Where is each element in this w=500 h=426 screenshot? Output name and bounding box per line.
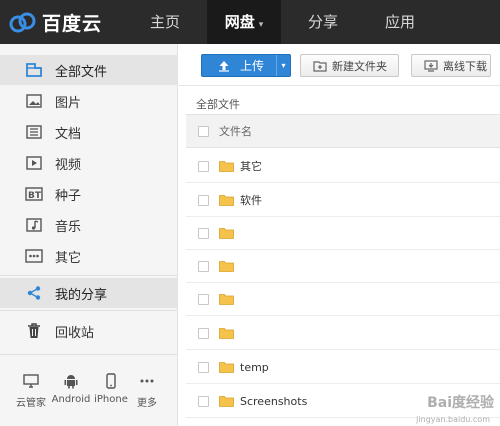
- folder-icon: [219, 261, 234, 272]
- row-checkbox[interactable]: [198, 260, 209, 272]
- breadcrumb[interactable]: 全部文件: [196, 96, 240, 112]
- upload-button[interactable]: 上传 ▾: [201, 54, 291, 77]
- video-icon: [24, 154, 44, 172]
- sidebar-item-my-share[interactable]: 我的分享: [0, 278, 178, 308]
- sidebar-item-label: 回收站: [55, 325, 95, 341]
- sidebar-item-label: 视频: [55, 157, 82, 173]
- nav-share-label: 分享: [307, 13, 338, 31]
- select-all-checkbox[interactable]: [198, 125, 209, 137]
- folder-icon: [219, 228, 234, 239]
- android-icon: [64, 372, 78, 390]
- nav-share[interactable]: 分享: [292, 0, 354, 44]
- new-folder-button[interactable]: 新建文件夹: [300, 54, 399, 77]
- row-checkbox[interactable]: [198, 160, 209, 172]
- sidebar-item-other[interactable]: 其它: [0, 241, 178, 271]
- share-icon: [24, 284, 44, 302]
- chevron-down-icon: ▾: [258, 20, 264, 30]
- sidebar-item-all-files[interactable]: 全部文件: [0, 55, 178, 85]
- table-row[interactable]: 其它: [186, 150, 500, 183]
- sidebar-item-label: 我的分享: [55, 287, 108, 303]
- table-row[interactable]: [186, 250, 500, 283]
- torrent-icon: BT: [24, 185, 44, 203]
- sidebar-item-torrents[interactable]: BT 种子: [0, 179, 178, 209]
- nav-home-label: 主页: [149, 13, 180, 31]
- row-checkbox[interactable]: [198, 194, 209, 206]
- upload-dropdown-chevron-icon[interactable]: ▾: [276, 55, 290, 76]
- other-icon: [24, 247, 44, 265]
- table-row[interactable]: 软件: [186, 184, 500, 217]
- image-icon: [24, 92, 44, 110]
- file-name[interactable]: 其它: [240, 158, 262, 174]
- upload-label: 上传: [240, 59, 265, 73]
- sidebar-divider: [0, 354, 178, 355]
- sidebar-item-label: 图片: [55, 95, 82, 111]
- offline-download-icon: [424, 59, 438, 72]
- nav-netdisk-label: 网盘: [224, 13, 255, 31]
- file-name[interactable]: 软件: [240, 192, 262, 208]
- upload-arrow-icon: [219, 60, 229, 72]
- folder-icon: [219, 396, 234, 407]
- top-bar: 百度云 主页 网盘 ▾ 分享 应用: [0, 0, 500, 44]
- logo[interactable]: 百度云: [8, 8, 102, 36]
- sidebar-item-label: 全部文件: [55, 64, 108, 80]
- table-row[interactable]: temp: [186, 351, 500, 384]
- nav-apps-label: 应用: [384, 13, 415, 31]
- nav-home[interactable]: 主页: [134, 0, 196, 44]
- device-label: 云管家: [16, 398, 46, 409]
- watermark-url: jingyan.baidu.com: [416, 415, 490, 424]
- new-folder-label: 新建文件夹: [332, 59, 387, 73]
- table-row[interactable]: [186, 217, 500, 250]
- folder-icon: [219, 328, 234, 339]
- watermark: Bai度经验: [427, 395, 494, 411]
- folder-icon: [219, 294, 234, 305]
- file-name[interactable]: Screenshots: [240, 395, 307, 408]
- sidebar-item-documents[interactable]: 文档: [0, 117, 178, 147]
- document-icon: [24, 123, 44, 141]
- device-more[interactable]: 更多: [124, 372, 170, 409]
- nav-apps[interactable]: 应用: [369, 0, 431, 44]
- file-list-header: 文件名: [186, 114, 500, 148]
- sidebar-item-videos[interactable]: 视频: [0, 148, 178, 178]
- sidebar: 全部文件 图片 文档 视频 BT 种子 音乐 其它 我的分享 回收站 云管家 A…: [0, 44, 178, 426]
- row-checkbox[interactable]: [198, 293, 209, 305]
- sidebar-item-label: 其它: [55, 250, 82, 266]
- row-checkbox[interactable]: [198, 327, 209, 339]
- folder-icon: [219, 161, 234, 172]
- sidebar-item-label: 文档: [55, 126, 82, 142]
- device-label: 更多: [137, 398, 157, 409]
- offline-download-label: 离线下载: [443, 59, 487, 73]
- device-label: iPhone: [94, 394, 128, 405]
- svg-text:BT: BT: [28, 191, 42, 201]
- sidebar-divider: [0, 275, 178, 276]
- iphone-icon: [106, 372, 116, 390]
- pc-icon: [23, 372, 39, 390]
- sidebar-item-recycle-bin[interactable]: 回收站: [0, 316, 178, 346]
- row-checkbox[interactable]: [198, 361, 209, 373]
- table-row[interactable]: [186, 317, 500, 350]
- folder-icon: [219, 195, 234, 206]
- music-icon: [24, 216, 44, 234]
- folder-icon: [219, 362, 234, 373]
- file-name[interactable]: temp: [240, 361, 269, 374]
- all-files-icon: [24, 61, 44, 79]
- toolbar: 上传 ▾ 新建文件夹 离线下载: [179, 44, 500, 86]
- table-row[interactable]: [186, 283, 500, 316]
- sidebar-item-images[interactable]: 图片: [0, 86, 178, 116]
- trash-icon: [24, 322, 44, 340]
- row-checkbox[interactable]: [198, 227, 209, 239]
- column-header-filename[interactable]: 文件名: [219, 123, 252, 139]
- logo-text: 百度云: [42, 12, 103, 35]
- device-label: Android: [51, 394, 91, 405]
- sidebar-item-label: 音乐: [55, 219, 82, 235]
- more-icon: [139, 372, 155, 390]
- sidebar-item-music[interactable]: 音乐: [0, 210, 178, 240]
- sidebar-item-label: 种子: [55, 188, 82, 204]
- nav-netdisk[interactable]: 网盘 ▾: [207, 0, 281, 44]
- sidebar-divider: [0, 310, 178, 311]
- row-checkbox[interactable]: [198, 395, 209, 407]
- baidu-cloud-logo-icon: [9, 12, 36, 33]
- offline-download-button[interactable]: 离线下载: [411, 54, 491, 77]
- new-folder-icon: [313, 60, 327, 72]
